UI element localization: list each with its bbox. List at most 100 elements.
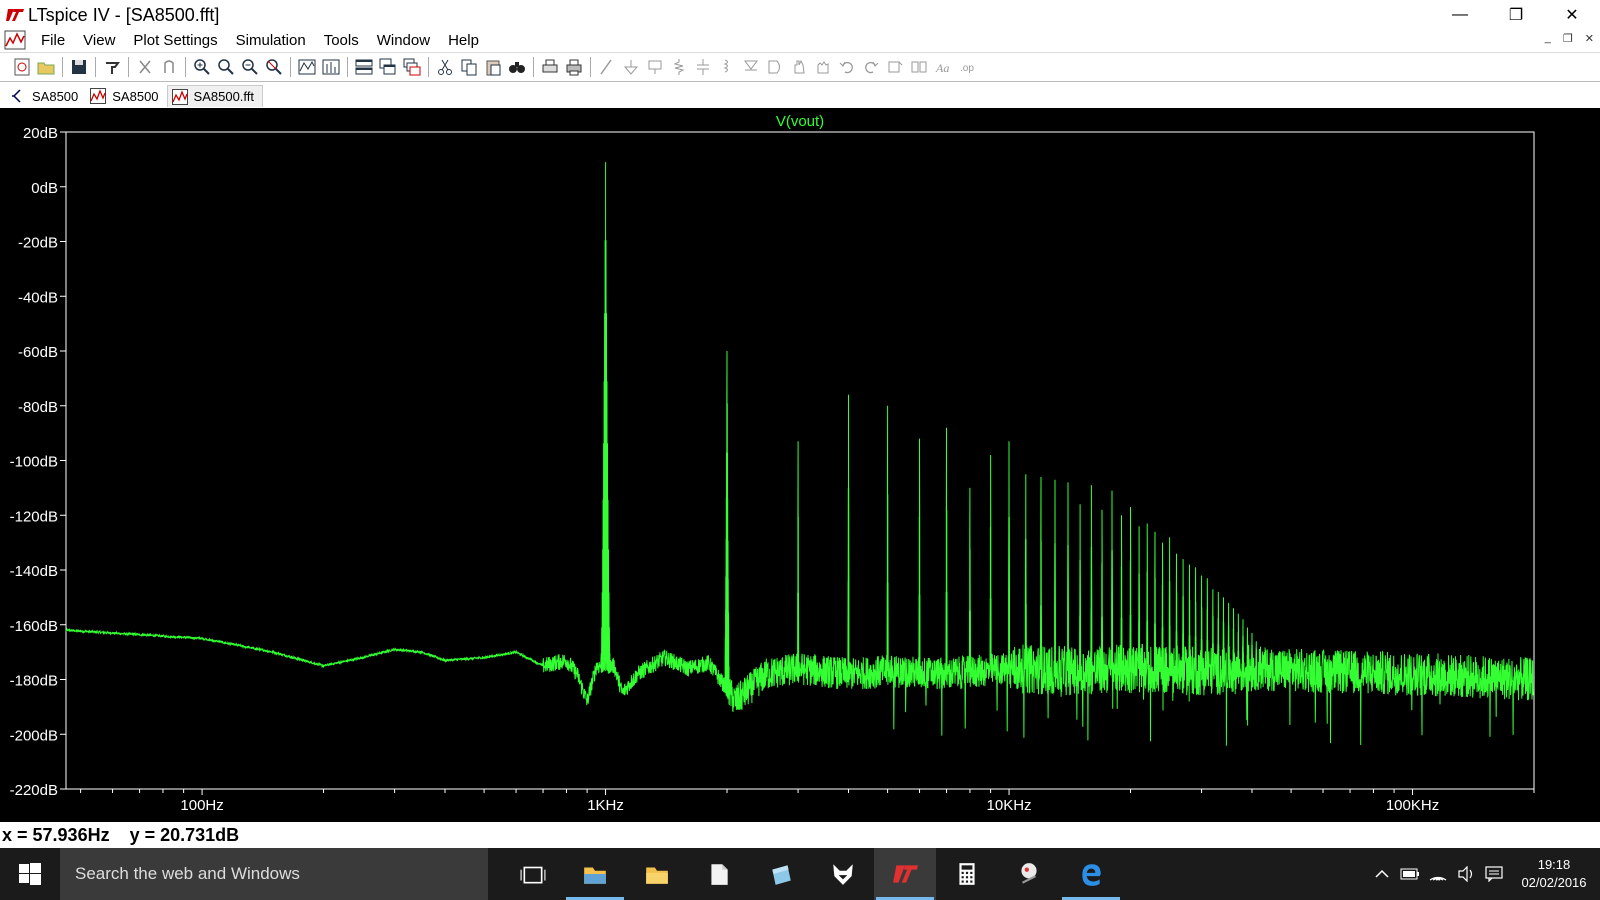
y-tick-label: -120dB [10, 508, 58, 525]
file-explorer-icon[interactable] [564, 848, 626, 900]
cut-icon[interactable] [434, 56, 456, 78]
search-placeholder: Search the web and Windows [75, 864, 300, 883]
toolbar-separator [428, 57, 429, 77]
document-restore-button[interactable]: ❐ [1563, 32, 1573, 45]
menu-window[interactable]: Window [368, 32, 439, 49]
document-icon[interactable] [688, 848, 750, 900]
minimize-button[interactable]: — [1432, 0, 1488, 30]
calculator-icon[interactable] [936, 848, 998, 900]
menu-simulation[interactable]: Simulation [227, 32, 315, 49]
save-icon[interactable] [68, 56, 90, 78]
tab-schematic[interactable]: SA8500 [6, 85, 86, 107]
volume-icon[interactable] [1452, 848, 1480, 900]
task-view-icon[interactable] [502, 848, 564, 900]
resistor-icon[interactable] [668, 56, 690, 78]
run-icon[interactable] [134, 56, 156, 78]
notification-icon[interactable] [1480, 848, 1508, 900]
ground-icon[interactable] [620, 56, 642, 78]
schematic-icon [10, 88, 26, 104]
move-icon[interactable] [788, 56, 810, 78]
zoom-in-icon[interactable] [191, 56, 213, 78]
component-icon[interactable] [764, 56, 786, 78]
menu-plot-settings[interactable]: Plot Settings [124, 32, 226, 49]
redo-icon[interactable] [860, 56, 882, 78]
waveform-plot[interactable]: V(vout) 20dB 0dB -20dB -40dB -60dB -80dB -100dB… [0, 108, 1600, 822]
x-tick-label: 100KHz [1386, 797, 1439, 814]
mirror-icon[interactable] [908, 56, 930, 78]
fft-chart[interactable]: V(vout) 20dB 0dB -20dB -40dB -60dB -80dB -100dB… [0, 108, 1600, 822]
cascade-icon[interactable] [401, 56, 423, 78]
menu-tools[interactable]: Tools [315, 32, 368, 49]
open-icon[interactable] [35, 56, 57, 78]
document-tabs: SA8500 SA8500 SA8500.fft [0, 83, 1600, 107]
menu-view[interactable]: View [74, 32, 124, 49]
battery-icon[interactable] [1396, 848, 1424, 900]
document-minimize-button[interactable]: _ [1545, 32, 1551, 45]
zoom-pan-icon[interactable] [215, 56, 237, 78]
drag-icon[interactable] [812, 56, 834, 78]
title-bar: LTspice IV - [SA8500.fft] — ❐ ✕ [0, 0, 1600, 30]
inductor-icon[interactable] [716, 56, 738, 78]
menu-file[interactable]: File [32, 32, 74, 49]
rotate-icon[interactable] [884, 56, 906, 78]
tab-waveform[interactable]: SA8500 [86, 85, 166, 107]
status-bar: x = 57.936Hz y = 20.731dB [0, 822, 1600, 848]
text-icon[interactable]: Aa [932, 56, 954, 78]
print-setup-icon[interactable] [539, 56, 561, 78]
find-icon[interactable] [506, 56, 528, 78]
tile-horizontal-icon[interactable] [353, 56, 375, 78]
print-icon[interactable] [563, 56, 585, 78]
halt-icon[interactable] [158, 56, 180, 78]
window-title: LTspice IV - [SA8500.fft] [28, 4, 220, 25]
document-window-controls: _ ❐ ✕ [1545, 32, 1594, 45]
folder-icon[interactable] [626, 848, 688, 900]
document-menu-icon[interactable] [4, 30, 26, 50]
edge-icon[interactable] [1060, 848, 1122, 900]
tab-fft[interactable]: SA8500.fft [166, 85, 264, 107]
undo-icon[interactable] [836, 56, 858, 78]
tab-label: SA8500 [112, 88, 159, 104]
restore-button[interactable]: ❐ [1488, 0, 1544, 30]
autorange-icon[interactable] [296, 56, 318, 78]
wifi-icon[interactable] [1424, 848, 1452, 900]
taskbar-apps [502, 848, 1122, 900]
x-tick-label: 10KHz [987, 797, 1032, 814]
fft-icon[interactable] [320, 56, 342, 78]
svg-text:.op: .op [960, 63, 974, 74]
copy-icon[interactable] [458, 56, 480, 78]
chevron-up-icon[interactable] [1368, 848, 1396, 900]
clock[interactable]: 19:18 02/02/2016 [1508, 848, 1600, 900]
new-schematic-icon[interactable] [11, 56, 33, 78]
fox-icon[interactable] [812, 848, 874, 900]
document-close-button[interactable]: ✕ [1585, 32, 1594, 45]
zoom-fit-icon[interactable] [263, 56, 285, 78]
wire-icon[interactable] [596, 56, 618, 78]
clock-date: 02/02/2016 [1521, 875, 1587, 890]
paste-icon[interactable] [482, 56, 504, 78]
y-tick-label: -220dB [10, 782, 58, 799]
label-icon[interactable] [644, 56, 666, 78]
notes-icon[interactable] [750, 848, 812, 900]
toolbar: Aa .op [0, 52, 1600, 82]
capacitor-icon[interactable] [692, 56, 714, 78]
search-input[interactable]: Search the web and Windows [60, 848, 488, 900]
control-panel-icon[interactable] [101, 56, 123, 78]
diode-icon[interactable] [740, 56, 762, 78]
snipping-icon[interactable] [998, 848, 1060, 900]
ltspice-icon[interactable] [874, 848, 936, 900]
toolbar-separator [128, 57, 129, 77]
y-tick-label: -40dB [18, 289, 58, 306]
start-button[interactable] [0, 848, 60, 900]
toolbar-separator [62, 57, 63, 77]
close-button[interactable]: ✕ [1544, 0, 1600, 30]
toolbar-separator [347, 57, 348, 77]
cursor-readout: x = 57.936Hz y = 20.731dB [2, 824, 240, 845]
waveform-icon [171, 88, 188, 105]
tile-vertical-icon[interactable] [377, 56, 399, 78]
menu-help[interactable]: Help [439, 32, 488, 49]
taskbar: Search the web and Windows 19:18 02/02/2… [0, 848, 1600, 900]
spice-directive-icon[interactable]: .op [956, 56, 978, 78]
clock-time: 19:18 [1537, 857, 1571, 872]
y-tick-label: -180dB [10, 673, 58, 690]
zoom-out-icon[interactable] [239, 56, 261, 78]
